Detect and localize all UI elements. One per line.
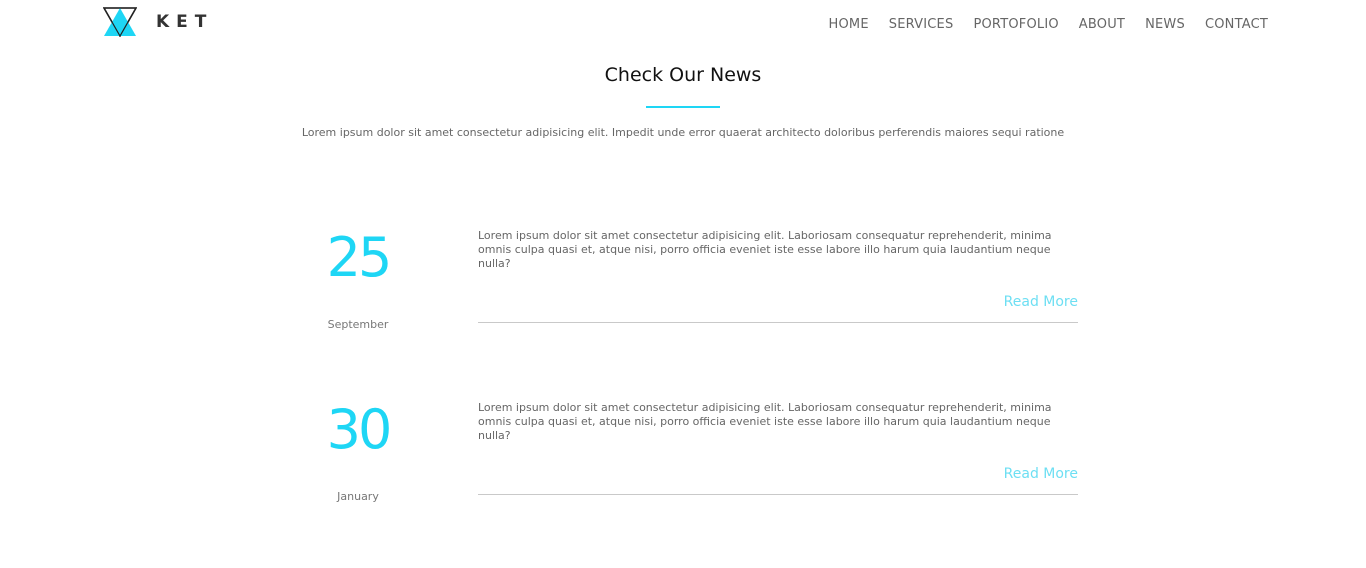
news-item: 25 September Lorem ipsum dolor sit amet … (300, 228, 1078, 368)
nav-link-portofolio[interactable]: PORTOFOLIO (973, 17, 1058, 32)
logo-text: KET (156, 12, 214, 32)
news-date: 25 September (300, 228, 416, 332)
page: KET HOME SERVICES PORTOFOLIO ABOUT NEWS … (0, 0, 1366, 568)
news-divider (478, 494, 1078, 495)
logo-link[interactable]: KET (103, 7, 213, 37)
section-subtitle: Lorem ipsum dolor sit amet consectetur a… (301, 126, 1065, 139)
main-nav: HOME SERVICES PORTOFOLIO ABOUT NEWS CONT… (829, 13, 1268, 33)
news-item: 30 January Lorem ipsum dolor sit amet co… (300, 400, 1078, 540)
news-date: 30 January (300, 400, 416, 504)
nav-item-contact: CONTACT (1205, 13, 1268, 33)
read-more-link[interactable]: Read More (478, 293, 1078, 311)
news-divider (478, 322, 1078, 323)
title-underline (646, 106, 720, 108)
news-day: 30 (326, 398, 393, 461)
nav-item-about: ABOUT (1079, 13, 1125, 33)
news-excerpt: Lorem ipsum dolor sit amet consectetur a… (478, 229, 1052, 270)
nav-item-portofolio: PORTOFOLIO (973, 13, 1058, 33)
news-body: Lorem ipsum dolor sit amet consectetur a… (478, 401, 1078, 495)
nav-link-news[interactable]: NEWS (1145, 17, 1185, 32)
news-month: September (327, 318, 389, 331)
nav-link-services[interactable]: SERVICES (889, 17, 954, 32)
news-excerpt: Lorem ipsum dolor sit amet consectetur a… (478, 401, 1052, 442)
nav-link-home[interactable]: HOME (829, 17, 869, 32)
nav-item-news: NEWS (1145, 13, 1185, 33)
nav-link-about[interactable]: ABOUT (1079, 17, 1125, 32)
news-body: Lorem ipsum dolor sit amet consectetur a… (478, 229, 1078, 323)
nav-item-home: HOME (829, 13, 869, 33)
triangle-logo-icon (103, 7, 137, 37)
nav-link-contact[interactable]: CONTACT (1205, 17, 1268, 32)
news-day: 25 (326, 226, 393, 289)
nav-item-services: SERVICES (889, 13, 954, 33)
section-title: Check Our News (604, 64, 762, 86)
read-more-link[interactable]: Read More (478, 465, 1078, 483)
news-month: January (337, 490, 379, 503)
